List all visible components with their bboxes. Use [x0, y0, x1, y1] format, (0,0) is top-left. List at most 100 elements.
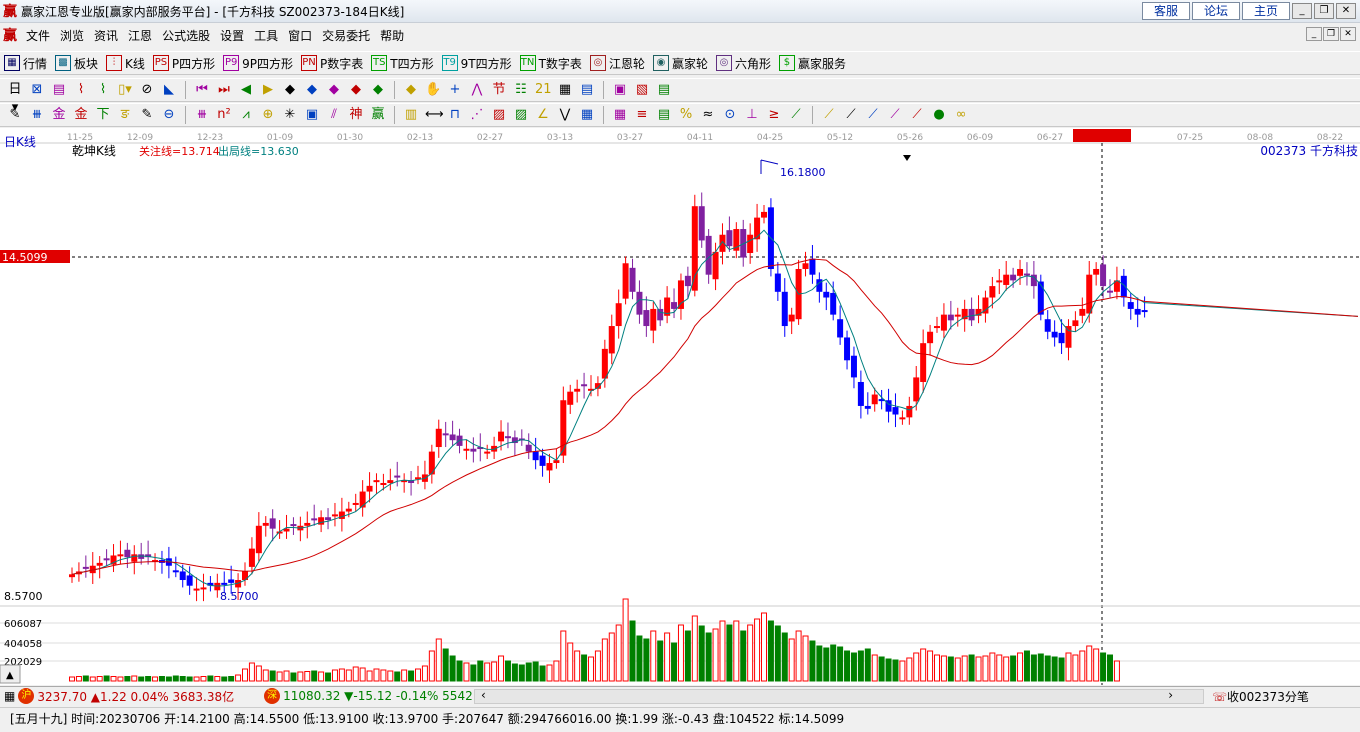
tool-icon[interactable]: ◆: [370, 81, 386, 99]
tool-icon[interactable]: %: [678, 106, 694, 124]
tool-icon[interactable]: ⌇: [95, 81, 111, 99]
tool-icon[interactable]: ⫽: [326, 106, 342, 124]
tool-icon[interactable]: +: [447, 81, 463, 99]
toolbar-button[interactable]: T9 9T四方形: [441, 55, 512, 72]
tool-icon[interactable]: ⏭: [216, 81, 232, 99]
tool-icon[interactable]: ⊘: [139, 81, 155, 99]
menu-item[interactable]: 公式选股: [157, 27, 215, 44]
toolbar-button[interactable]: ▦ 行情: [4, 55, 47, 72]
tool-icon[interactable]: ⌇: [73, 81, 89, 99]
mdi-close-button[interactable]: ✕: [1340, 27, 1356, 41]
mdi-minimize-button[interactable]: _: [1306, 27, 1322, 41]
toolbar-button[interactable]: $ 赢家服务: [778, 55, 846, 72]
toolbar-button[interactable]: ⫶ K线: [106, 55, 145, 72]
tool-icon[interactable]: ⊖: [161, 106, 177, 124]
tool-icon[interactable]: ▦: [612, 106, 628, 124]
tool-icon[interactable]: n²: [216, 106, 232, 124]
tool-icon[interactable]: ▯▾: [117, 81, 133, 99]
tool-icon[interactable]: ∠: [535, 106, 551, 124]
kline-chart[interactable]: 11-25 12-09 12-23 01-09 01-30 02-13 02-27 03-13…: [0, 128, 1360, 685]
tool-icon[interactable]: ▧: [634, 81, 650, 99]
tool-icon[interactable]: ⋰: [469, 106, 485, 124]
tool-icon[interactable]: ◆: [326, 81, 342, 99]
toolbar-button[interactable]: TN T数字表: [519, 55, 582, 72]
toolbar-button[interactable]: ▩ 板块: [55, 55, 98, 72]
tool-icon[interactable]: ▣: [304, 106, 320, 124]
home-button[interactable]: 主页: [1242, 2, 1290, 20]
tool-icon[interactable]: ⊕: [260, 106, 276, 124]
menu-item[interactable]: 工具: [249, 27, 283, 44]
tool-icon[interactable]: ▥: [403, 106, 419, 124]
minimize-button[interactable]: _: [1292, 3, 1312, 19]
tool-icon[interactable]: ▦: [579, 106, 595, 124]
tool-icon[interactable]: ◀: [238, 81, 254, 99]
sh-index[interactable]: 3237.70 ▲1.22 0.04% 3683.38亿: [37, 688, 234, 705]
tool-icon[interactable]: 金: [51, 106, 67, 124]
toolbar-button[interactable]: P9 9P四方形: [223, 55, 293, 72]
tool-icon[interactable]: ▨: [491, 106, 507, 124]
menu-item[interactable]: 交易委托: [317, 27, 375, 44]
tool-icon[interactable]: 日▾: [7, 81, 23, 115]
forum-button[interactable]: 论坛: [1192, 2, 1240, 20]
close-button[interactable]: ✕: [1336, 3, 1356, 19]
maximize-button[interactable]: ❐: [1314, 3, 1334, 19]
mdi-restore-button[interactable]: ❐: [1323, 27, 1339, 41]
tool-icon[interactable]: ▤: [51, 81, 67, 99]
quote-table-icon[interactable]: ▦: [4, 689, 15, 703]
tool-icon[interactable]: 神: [348, 106, 364, 124]
tool-icon[interactable]: ✋: [425, 81, 441, 99]
toolbar-button[interactable]: ◎ 六角形: [715, 55, 771, 72]
scroll-right-icon[interactable]: ›: [1168, 688, 1173, 702]
tool-icon[interactable]: ⧻: [194, 106, 210, 124]
ticker-scrollbar[interactable]: ‹ ›: [474, 688, 1204, 704]
toolbar-button[interactable]: ◉ 赢家轮: [652, 55, 708, 72]
tool-icon[interactable]: ∞: [953, 106, 969, 124]
tool-icon[interactable]: ⊥: [744, 106, 760, 124]
toolbar-button[interactable]: PS P四方形: [152, 55, 215, 72]
tool-icon[interactable]: ✎: [7, 106, 23, 124]
tick-detail-link[interactable]: ☏收002373分笔: [1212, 688, 1309, 705]
tool-icon[interactable]: ◆: [348, 81, 364, 99]
tool-icon[interactable]: ▤: [656, 81, 672, 99]
tool-icon[interactable]: ⟋: [865, 106, 881, 124]
menu-item[interactable]: 窗口: [283, 27, 317, 44]
tool-icon[interactable]: ◣: [161, 81, 177, 99]
toolbar-button[interactable]: TS T四方形: [371, 55, 434, 72]
tool-icon[interactable]: 金: [73, 106, 89, 124]
menu-item[interactable]: 文件: [21, 27, 55, 44]
tool-icon[interactable]: ⊠: [29, 81, 45, 99]
toolbar-button[interactable]: PN P数字表: [301, 55, 363, 72]
tool-icon[interactable]: ⧻: [29, 106, 45, 124]
scroll-left-icon[interactable]: ‹: [481, 688, 486, 702]
tool-icon[interactable]: ◆: [282, 81, 298, 99]
tool-icon[interactable]: ⩘: [238, 106, 254, 124]
tool-icon[interactable]: ●: [931, 106, 947, 124]
service-button[interactable]: 客服: [1142, 2, 1190, 20]
tool-icon[interactable]: ⋀: [469, 81, 485, 99]
tool-icon[interactable]: ◆: [403, 81, 419, 99]
tool-icon[interactable]: ⟋: [887, 106, 903, 124]
tool-icon[interactable]: ▤: [579, 81, 595, 99]
tool-icon[interactable]: ▣: [612, 81, 628, 99]
tool-icon[interactable]: ▦: [557, 81, 573, 99]
tool-icon[interactable]: ङ: [117, 106, 133, 124]
tool-icon[interactable]: ≥: [766, 106, 782, 124]
tool-icon[interactable]: 节: [491, 81, 507, 99]
tool-icon[interactable]: ☷: [513, 81, 529, 99]
tool-icon[interactable]: ▨: [513, 106, 529, 124]
tool-icon[interactable]: ✎: [139, 106, 155, 124]
toolbar-button[interactable]: ◎ 江恩轮: [589, 55, 645, 72]
tool-icon[interactable]: ◆: [304, 81, 320, 99]
tool-icon[interactable]: ⟋: [788, 106, 804, 124]
tool-icon[interactable]: ≈: [700, 106, 716, 124]
tool-icon[interactable]: ✳: [282, 106, 298, 124]
menu-item[interactable]: 浏览: [55, 27, 89, 44]
menu-item[interactable]: 资讯: [89, 27, 123, 44]
sz-index[interactable]: 11080.32 ▼-15.12 -0.14% 5542.38: [283, 689, 492, 703]
tool-icon[interactable]: ⟋: [909, 106, 925, 124]
menu-item[interactable]: 江恩: [123, 27, 157, 44]
menu-item[interactable]: 帮助: [375, 27, 409, 44]
tool-icon[interactable]: ⟋: [843, 106, 859, 124]
menu-item[interactable]: 设置: [215, 27, 249, 44]
tool-icon[interactable]: ▤: [656, 106, 672, 124]
